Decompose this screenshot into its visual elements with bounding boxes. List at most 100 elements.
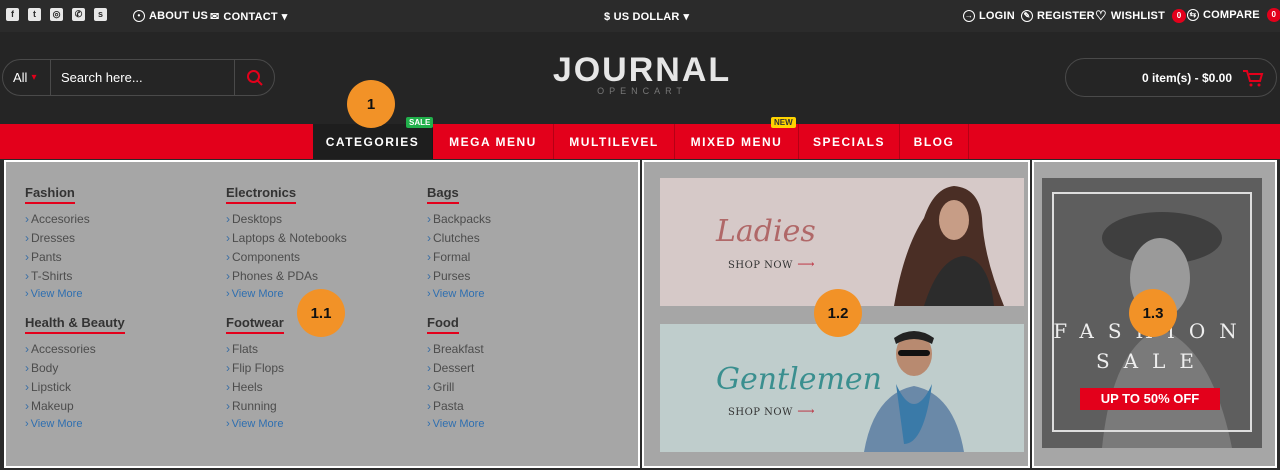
nav-multilevel[interactable]: MULTILEVEL [554,124,675,159]
view-more-link[interactable]: View More [25,286,215,302]
category-health-beauty: Health & Beauty Accessories Body Lipstic… [25,314,215,432]
category-link[interactable]: Running [226,397,416,416]
chevron-down-icon: ▾ [683,11,690,23]
category-link[interactable]: Heels [226,378,416,397]
category-link[interactable]: Clutches [427,229,617,248]
category-title[interactable]: Fashion [25,185,75,204]
login-icon: → [963,10,975,22]
category-title[interactable]: Bags [427,185,459,204]
nav-mega-menu[interactable]: MEGA MENU [433,124,554,159]
search-input[interactable]: Search here... [51,70,234,85]
nav-label: MULTILEVEL [569,134,659,149]
register-label: REGISTER [1037,10,1095,22]
category-link[interactable]: Components [226,248,416,267]
category-food: Food Breakfast Dessert Grill Pasta View … [427,314,617,432]
category-link[interactable]: Makeup [25,397,215,416]
category-title[interactable]: Food [427,315,459,334]
search-button[interactable] [234,60,274,95]
gentlemen-banner[interactable]: Gentlemen SHOP NOW [660,324,1024,452]
category-title[interactable]: Health & Beauty [25,315,125,334]
category-link[interactable]: Accessories [25,340,215,359]
category-link[interactable]: Dessert [427,359,617,378]
login-link[interactable]: → LOGIN [963,10,1015,22]
category-title[interactable]: Footwear [226,315,284,334]
wishlist-link[interactable]: ♡ WISHLIST 0 [1095,8,1187,24]
header: All ▾ Search here... JOURNAL OPENCART 0 … [0,32,1280,124]
social-links: f t ◎ ✆ s [6,8,107,21]
nav-label: MIXED MENU [690,134,783,149]
category-link[interactable]: Dresses [25,229,215,248]
compare-icon: ⇆ [1187,9,1199,21]
about-us-link[interactable]: • ABOUT US [133,10,208,22]
annotation-marker-1-3: 1.3 [1129,289,1177,337]
skype-icon[interactable]: s [94,8,107,21]
sale-badge: SALE [406,117,434,128]
site-logo[interactable]: JOURNAL OPENCART [552,52,732,96]
view-more-link[interactable]: View More [25,416,215,432]
nav-categories[interactable]: CATEGORIES SALE [313,117,434,159]
category-title[interactable]: Electronics [226,185,297,204]
category-electronics: Electronics Desktops Laptops & Notebooks… [226,184,416,302]
ladies-model-image [894,186,1004,306]
nav-specials[interactable]: SPECIALS [799,124,900,159]
gentlemen-shop-now[interactable]: SHOP NOW [728,404,815,418]
register-link[interactable]: ✎ REGISTER [1021,10,1095,22]
category-link[interactable]: Purses [427,267,617,286]
category-link[interactable]: Pants [25,248,215,267]
category-link[interactable]: Desktops [226,210,416,229]
category-link[interactable]: Grill [427,378,617,397]
currency-label: $ US DOLLAR [604,10,680,23]
view-more-link[interactable]: View More [226,416,416,432]
fashion-sale-offer[interactable]: UP TO 50% OFF [1080,388,1220,410]
category-link[interactable]: Formal [427,248,617,267]
compare-link[interactable]: ⇆ COMPARE 0 [1187,8,1280,22]
category-link[interactable]: Breakfast [427,340,617,359]
category-link[interactable]: Pasta [427,397,617,416]
category-link[interactable]: T-Shirts [25,267,215,286]
compare-count-badge: 0 [1266,8,1280,22]
heart-icon: ♡ [1095,8,1107,23]
contact-menu[interactable]: ✉ CONTACT ▾ [210,10,288,24]
category-link[interactable]: Backpacks [427,210,617,229]
about-us-label: ABOUT US [149,10,209,22]
twitter-icon[interactable]: t [28,8,41,21]
category-link[interactable]: Accesories [25,210,215,229]
logo-text: JOURNAL [552,51,732,89]
category-link[interactable]: Body [25,359,215,378]
whatsapp-icon[interactable]: ✆ [72,8,85,21]
instagram-icon[interactable]: ◎ [50,8,63,21]
category-link[interactable]: Phones & PDAs [226,267,416,286]
search-icon [246,69,263,86]
search-bar: All ▾ Search here... [2,59,275,96]
mail-icon: ✉ [210,11,220,23]
ladies-banner[interactable]: Ladies SHOP NOW [660,178,1024,306]
categories-dropdown: Fashion Accesories Dresses Pants T-Shirt… [0,159,1280,470]
ladies-title: Ladies [716,214,816,249]
category-link[interactable]: Lipstick [25,378,215,397]
search-category-label: All [13,70,28,85]
category-link[interactable]: Flip Flops [226,359,416,378]
view-more-link[interactable]: View More [427,416,617,432]
annotation-marker-1: 1 [347,80,395,128]
gentlemen-title: Gentlemen [716,362,882,397]
chevron-down-icon: ▾ [31,72,37,83]
nav-label: MEGA MENU [449,134,537,149]
facebook-icon[interactable]: f [6,8,19,21]
view-more-link[interactable]: View More [427,286,617,302]
category-bags: Bags Backpacks Clutches Formal Purses Vi… [427,184,617,302]
cart-icon [1243,70,1264,87]
category-link[interactable]: Flats [226,340,416,359]
nav-mixed-menu[interactable]: MIXED MENU NEW [675,117,799,159]
new-badge: NEW [771,117,796,128]
cart-button[interactable]: 0 item(s) - $0.00 [1065,58,1277,97]
search-category-select[interactable]: All ▾ [3,60,51,95]
top-bar: f t ◎ ✆ s • ABOUT US ✉ CONTACT ▾ $ US DO… [0,0,1280,32]
ladies-shop-now[interactable]: SHOP NOW [728,257,815,271]
compare-label: COMPARE [1203,9,1260,21]
nav-blog[interactable]: BLOG [900,124,969,159]
currency-selector[interactable]: $ US DOLLAR ▾ [604,10,690,24]
user-icon: • [133,10,145,22]
nav-label: CATEGORIES [325,134,420,149]
chevron-down-icon: ▾ [281,11,288,23]
category-link[interactable]: Laptops & Notebooks [226,229,416,248]
